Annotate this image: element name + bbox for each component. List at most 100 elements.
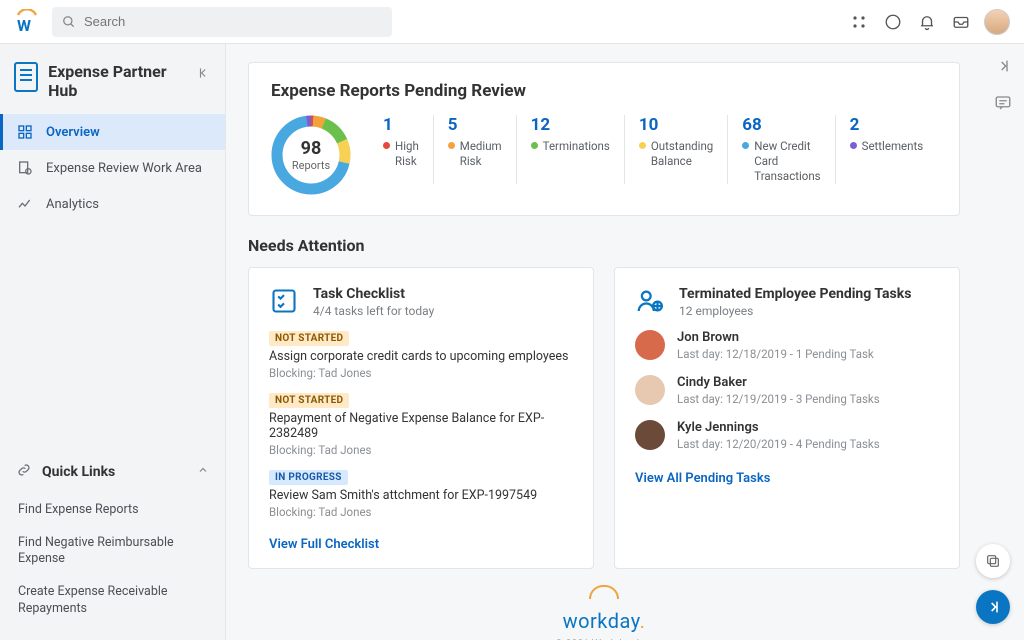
comment-rail-icon[interactable]: [994, 94, 1012, 116]
link-icon: [16, 462, 32, 482]
task-status-badge: IN PROGRESS: [269, 470, 348, 485]
analytics-icon: [16, 196, 34, 212]
stat-item[interactable]: 10 Outstanding Balance: [624, 115, 727, 184]
task-status-badge: NOT STARTED: [269, 331, 349, 346]
footer: workday. © 2021 Workday, Inc.: [248, 569, 960, 640]
stat-label: New Credit Card Transactions: [754, 139, 820, 184]
stat-dot-icon: [531, 142, 538, 149]
task-status-badge: NOT STARTED: [269, 393, 349, 408]
terminated-title: Terminated Employee Pending Tasks: [679, 286, 911, 302]
stat-item[interactable]: 2 Settlements: [835, 115, 938, 184]
employee-avatar: [635, 420, 665, 450]
action-float-button[interactable]: [976, 590, 1010, 624]
employee-detail: Last day: 12/18/2019 - 1 Pending Task: [677, 347, 874, 361]
employee-row[interactable]: Cindy Baker Last day: 12/19/2019 - 3 Pen…: [635, 375, 939, 406]
sidebar: Expense Partner Hub Overview Expense Rev…: [0, 44, 226, 640]
view-full-checklist-link[interactable]: View Full Checklist: [269, 537, 379, 552]
task-blocking: Blocking: Tad Jones: [269, 505, 573, 519]
search-box[interactable]: [52, 7, 392, 37]
people-icon: [635, 286, 665, 316]
stat-item[interactable]: 1 High Risk: [377, 115, 433, 184]
quicklink-item[interactable]: Find Expense Reports: [16, 494, 211, 527]
stat-item[interactable]: 68 New Credit Card Transactions: [727, 115, 834, 184]
copy-float-button[interactable]: [976, 544, 1010, 578]
summary-total: 98: [301, 138, 322, 159]
svg-text:W: W: [17, 16, 31, 35]
topbar: W: [0, 0, 1024, 44]
stat-label: Terminations: [543, 139, 610, 154]
stat-dot-icon: [639, 142, 646, 149]
quicklinks-label: Quick Links: [42, 464, 115, 480]
employee-name: Jon Brown: [677, 330, 874, 345]
stat-dot-icon: [742, 142, 749, 149]
stat-label: Outstanding Balance: [651, 139, 713, 169]
stat-dot-icon: [850, 142, 857, 149]
stat-label: High Risk: [395, 139, 419, 169]
summary-card: Expense Reports Pending Review 98 Report…: [248, 62, 960, 216]
task-title: Review Sam Smith's attchment for EXP-199…: [269, 488, 573, 503]
stat-label: Settlements: [862, 139, 924, 154]
employee-row[interactable]: Jon Brown Last day: 12/18/2019 - 1 Pendi…: [635, 330, 939, 361]
sidebar-item-analytics[interactable]: Analytics: [0, 186, 225, 222]
view-all-pending-link[interactable]: View All Pending Tasks: [635, 471, 770, 486]
sidebar-item-label: Analytics: [46, 197, 99, 212]
hub-title: Expense Partner Hub: [48, 62, 187, 100]
task-item[interactable]: NOT STARTED Assign corporate credit card…: [269, 330, 573, 380]
employee-avatar: [635, 330, 665, 360]
hub-icon: [14, 62, 38, 92]
task-title: Repayment of Negative Expense Balance fo…: [269, 411, 573, 441]
sidebar-item-review[interactable]: Expense Review Work Area: [0, 150, 225, 186]
checklist-title: Task Checklist: [313, 286, 434, 302]
bell-icon[interactable]: [916, 11, 938, 33]
sidebar-item-overview[interactable]: Overview: [0, 114, 225, 150]
employee-name: Kyle Jennings: [677, 420, 880, 435]
chevron-up-icon: [197, 464, 209, 480]
footer-logo: workday.: [248, 585, 960, 633]
right-rail: [982, 44, 1024, 640]
summary-donut-chart[interactable]: 98 Reports: [271, 115, 351, 195]
summary-title: Expense Reports Pending Review: [271, 81, 937, 101]
quicklinks-header[interactable]: Quick Links: [14, 454, 211, 490]
expand-rail-icon[interactable]: [995, 58, 1011, 78]
task-item[interactable]: IN PROGRESS Review Sam Smith's attchment…: [269, 469, 573, 519]
stat-item[interactable]: 5 Medium Risk: [433, 115, 516, 184]
stat-number: 10: [639, 115, 713, 135]
stat-number: 12: [531, 115, 610, 135]
checklist-subtitle: 4/4 tasks left for today: [313, 304, 434, 318]
task-item[interactable]: NOT STARTED Repayment of Negative Expens…: [269, 392, 573, 457]
profile-avatar[interactable]: [984, 9, 1010, 35]
apps-icon[interactable]: [848, 11, 870, 33]
stat-number: 68: [742, 115, 820, 135]
workday-logo[interactable]: W: [14, 9, 40, 35]
task-checklist-card: Task Checklist 4/4 tasks left for today …: [248, 267, 594, 569]
inbox-icon[interactable]: [950, 11, 972, 33]
grid-icon: [16, 124, 34, 140]
sidebar-collapse-icon[interactable]: [197, 62, 211, 84]
search-input[interactable]: [84, 14, 382, 29]
attention-heading: Needs Attention: [248, 236, 960, 255]
stat-label: Medium Risk: [460, 139, 502, 169]
main-content: Expense Reports Pending Review 98 Report…: [226, 44, 982, 640]
employee-avatar: [635, 375, 665, 405]
quicklink-item[interactable]: Create Expense Receivable Repayments: [16, 576, 211, 626]
terminated-employees-card: Terminated Employee Pending Tasks 12 emp…: [614, 267, 960, 569]
task-blocking: Blocking: Tad Jones: [269, 443, 573, 457]
chat-icon[interactable]: [882, 11, 904, 33]
stat-number: 1: [383, 115, 419, 135]
quicklink-item[interactable]: Find Negative Reimbursable Expense: [16, 527, 211, 577]
employee-detail: Last day: 12/19/2019 - 3 Pending Tasks: [677, 392, 880, 406]
task-title: Assign corporate credit cards to upcomin…: [269, 349, 573, 364]
search-icon: [62, 15, 76, 29]
stat-number: 2: [850, 115, 924, 135]
employee-detail: Last day: 12/20/2019 - 4 Pending Tasks: [677, 437, 880, 451]
stat-item[interactable]: 12 Terminations: [516, 115, 624, 184]
stat-dot-icon: [448, 142, 455, 149]
task-blocking: Blocking: Tad Jones: [269, 366, 573, 380]
checklist-icon: [269, 286, 299, 316]
employee-row[interactable]: Kyle Jennings Last day: 12/20/2019 - 4 P…: [635, 420, 939, 451]
employee-name: Cindy Baker: [677, 375, 880, 390]
summary-total-label: Reports: [292, 159, 330, 172]
sidebar-item-label: Overview: [46, 125, 100, 140]
stat-number: 5: [448, 115, 502, 135]
sidebar-item-label: Expense Review Work Area: [46, 161, 202, 176]
